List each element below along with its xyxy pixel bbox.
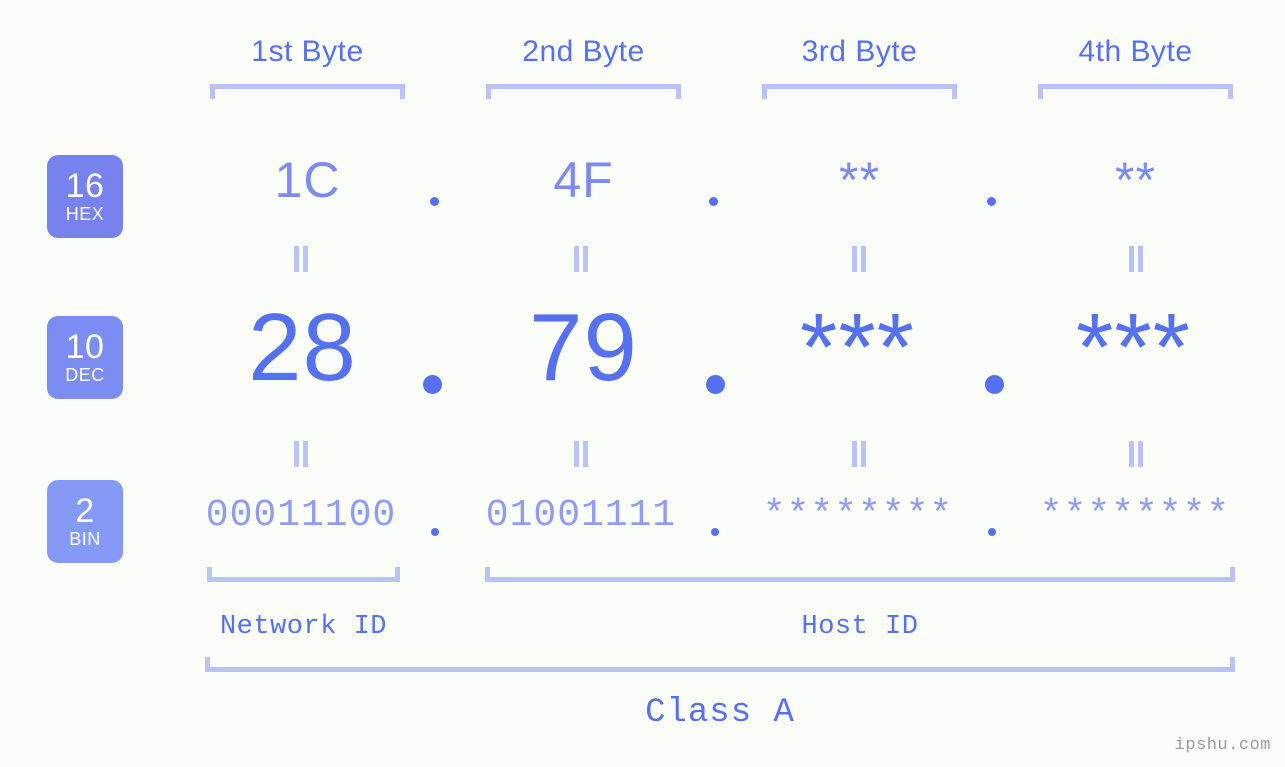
- host-id-bracket: [485, 567, 1235, 582]
- equality-mark-hex-dec-4: [1127, 246, 1145, 272]
- bin-byte-2: 01001111: [485, 494, 677, 537]
- ip-address-breakdown-diagram: 1st Byte 2nd Byte 3rd Byte 4th Byte 16 H…: [0, 0, 1285, 767]
- hex-separator-1: [430, 197, 439, 206]
- byte-header-4: 4th Byte: [1078, 35, 1193, 68]
- radix-badge-bin-number: 2: [75, 492, 95, 530]
- bin-separator-1: [431, 528, 439, 536]
- dec-separator-3: [985, 375, 1004, 394]
- equality-mark-hex-dec-1: [292, 246, 310, 272]
- dec-separator-1: [423, 375, 442, 394]
- hex-byte-3: **: [839, 152, 880, 208]
- radix-badge-bin: 2 BIN: [47, 480, 123, 563]
- equality-mark-dec-bin-2: [572, 441, 590, 467]
- byte-bracket-2: [486, 84, 681, 99]
- dec-byte-1: 28: [248, 294, 357, 401]
- radix-badge-hex: 16 HEX: [47, 155, 123, 238]
- hex-separator-2: [709, 197, 718, 206]
- site-watermark: ipshu.com: [1174, 736, 1271, 755]
- equality-mark-dec-bin-1: [292, 441, 310, 467]
- dec-byte-3: ***: [799, 294, 916, 401]
- radix-badge-dec-number: 10: [65, 328, 105, 366]
- radix-badge-dec: 10 DEC: [47, 316, 123, 399]
- class-bracket: [205, 657, 1235, 672]
- dec-separator-2: [706, 375, 725, 394]
- radix-badge-hex-name: HEX: [65, 204, 105, 224]
- hex-byte-1: 1C: [274, 152, 341, 208]
- equality-mark-dec-bin-4: [1127, 441, 1145, 467]
- dec-byte-4: ***: [1075, 294, 1192, 401]
- radix-badge-dec-name: DEC: [65, 365, 105, 385]
- bin-separator-2: [711, 528, 719, 536]
- equality-mark-dec-bin-3: [850, 441, 868, 467]
- bin-byte-1: 00011100: [205, 494, 397, 537]
- hex-byte-2: 4F: [553, 152, 614, 208]
- hex-separator-3: [987, 197, 996, 206]
- byte-bracket-3: [762, 84, 957, 99]
- dec-byte-2: 79: [529, 294, 638, 401]
- byte-header-1: 1st Byte: [251, 35, 364, 68]
- radix-badge-bin-name: BIN: [69, 529, 101, 549]
- radix-badge-hex-number: 16: [65, 167, 105, 205]
- equality-mark-hex-dec-3: [850, 246, 868, 272]
- bin-byte-4: ********: [1039, 494, 1231, 537]
- byte-bracket-1: [210, 84, 405, 99]
- bin-separator-3: [988, 528, 996, 536]
- network-id-bracket: [207, 567, 400, 582]
- class-label: Class A: [645, 694, 795, 732]
- equality-mark-hex-dec-2: [572, 246, 590, 272]
- byte-header-3: 3rd Byte: [801, 35, 918, 68]
- host-id-label: Host ID: [801, 612, 919, 642]
- hex-byte-4: **: [1115, 152, 1156, 208]
- network-id-label: Network ID: [219, 612, 388, 642]
- byte-bracket-4: [1038, 84, 1233, 99]
- bin-byte-3: ********: [762, 494, 954, 537]
- byte-header-2: 2nd Byte: [522, 35, 645, 68]
